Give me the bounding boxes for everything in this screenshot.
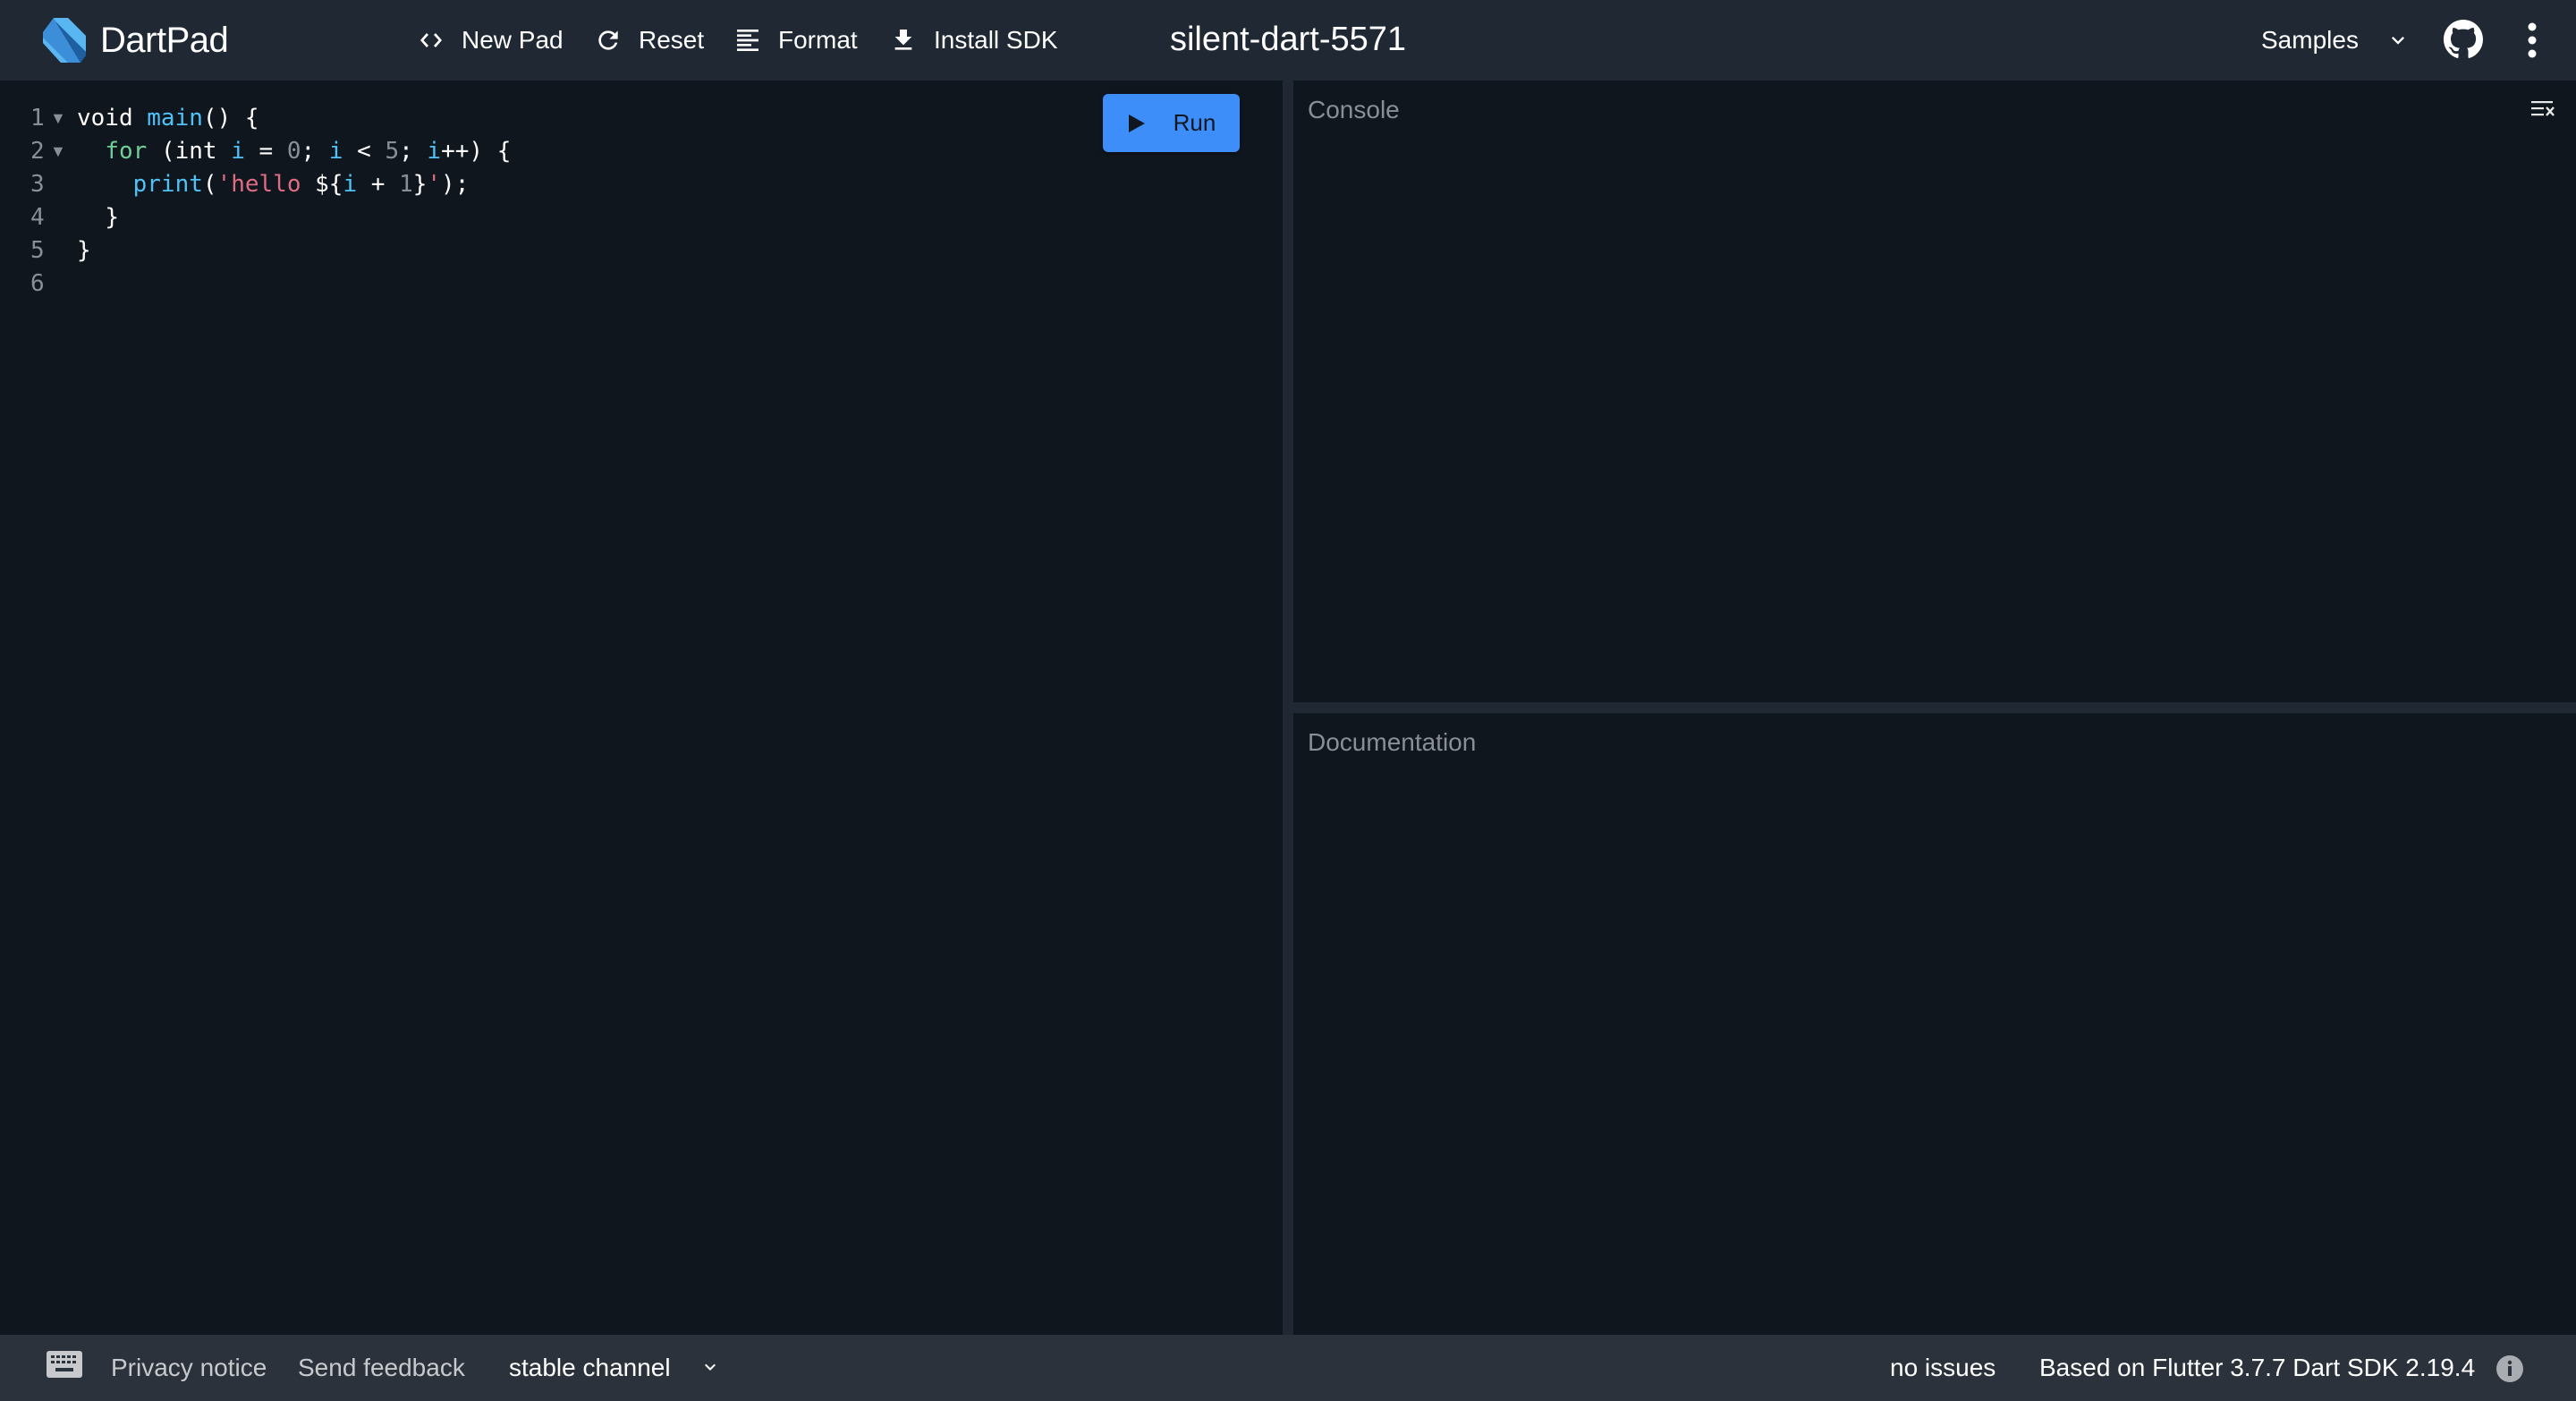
issues-status: no issues [1890, 1354, 1996, 1381]
install-sdk-button[interactable]: Install SDK [889, 20, 1058, 61]
pad-title[interactable]: silent-dart-5571 [1170, 21, 1406, 58]
code-line[interactable]: for (int i = 0; i < 5; i++) { [77, 135, 511, 168]
app-name: DartPad [100, 21, 229, 60]
chevron-down-icon [2391, 37, 2404, 45]
align-left-icon [737, 30, 758, 51]
sdk-version: Based on Flutter 3.7.7 Dart SDK 2.19.4 [2039, 1354, 2476, 1381]
privacy-notice-link[interactable]: Privacy notice [111, 1353, 267, 1383]
samples-dropdown[interactable]: Samples [2261, 20, 2411, 61]
line-number: 6 [30, 270, 45, 297]
vertical-split-handle[interactable] [1283, 81, 1293, 1335]
channel-selector[interactable]: stable channel [509, 1353, 671, 1383]
console-title: Console [1308, 96, 1400, 123]
install-sdk-label: Install SDK [934, 26, 1058, 54]
github-icon[interactable] [2444, 20, 2483, 59]
code-line[interactable]: } [77, 201, 511, 234]
app-header: DartPad New Pad Reset Format Install SDK… [0, 0, 2576, 81]
line-number: 4 [30, 204, 45, 231]
run-label: Run [1173, 109, 1216, 136]
samples-label: Samples [2261, 26, 2359, 54]
line-number: 5 [30, 237, 45, 264]
keyboard-icon[interactable] [47, 1351, 82, 1378]
clear-all-icon[interactable] [2531, 100, 2556, 120]
dart-logo-icon [43, 18, 86, 63]
horizontal-split-handle[interactable] [1293, 702, 2576, 713]
status-bar: Privacy notice Send feedback stable chan… [0, 1335, 2576, 1401]
fold-arrow-icon[interactable]: ▼ [50, 135, 66, 168]
line-number: 2 [30, 138, 45, 165]
documentation-title: Documentation [1308, 728, 1477, 756]
code-line[interactable] [77, 267, 511, 301]
send-feedback-link[interactable]: Send feedback [298, 1353, 465, 1383]
code-content[interactable]: void main() { for (int i = 0; i < 5; i++… [77, 102, 511, 301]
reset-button[interactable]: Reset [594, 20, 704, 61]
code-editor[interactable]: 1 ▼ 2 ▼ 3 4 5 6 void main() { for (int i… [0, 81, 1283, 1335]
reset-label: Reset [639, 26, 705, 54]
code-line[interactable]: } [77, 234, 511, 267]
chevron-down-icon[interactable] [699, 1354, 721, 1380]
run-button[interactable]: Run [1103, 94, 1240, 152]
new-pad-label: New Pad [462, 26, 564, 54]
console-panel: Console [1293, 81, 2576, 702]
line-number: 1 [30, 105, 45, 132]
download-icon [894, 30, 912, 50]
new-pad-button[interactable]: New Pad [417, 20, 564, 61]
code-brackets-icon [420, 33, 442, 47]
more-vert-icon[interactable] [2519, 20, 2546, 61]
code-line[interactable]: print('hello ${i + 1}'); [77, 168, 511, 201]
pad-title-container: silent-dart-5571 [0, 17, 2576, 62]
format-button[interactable]: Format [733, 20, 858, 61]
code-line[interactable]: void main() { [77, 102, 511, 135]
line-number: 3 [30, 171, 45, 198]
format-label: Format [778, 26, 858, 54]
documentation-panel: Documentation [1293, 713, 2576, 1335]
refresh-icon [598, 30, 618, 50]
info-icon[interactable] [2496, 1354, 2524, 1383]
fold-arrow-icon[interactable]: ▼ [50, 102, 66, 135]
play-icon [1128, 114, 1145, 132]
